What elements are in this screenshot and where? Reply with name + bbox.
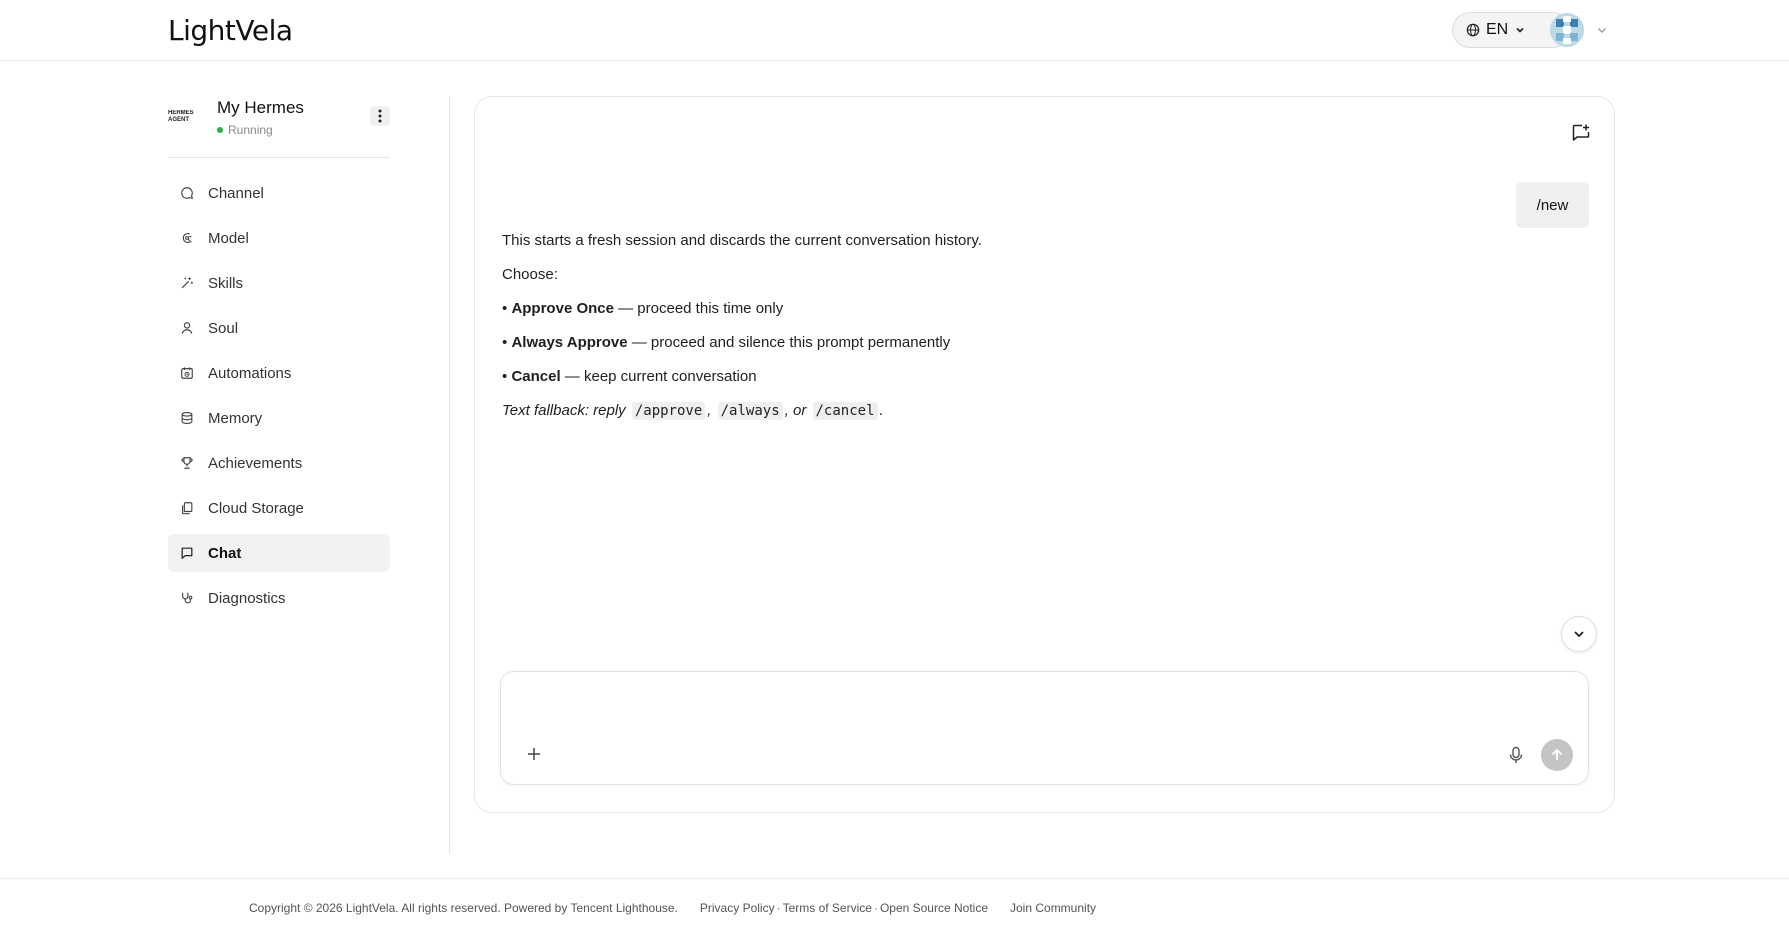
reply-fallback: Text fallback: reply /approve, /always, …	[502, 401, 982, 435]
bullet: •	[502, 300, 508, 317]
fallback-end: .	[879, 402, 884, 419]
footer-links: Copyright © 2026 LightVela. All rights r…	[249, 901, 1096, 915]
reply-choose: Choose:	[502, 266, 558, 283]
database-icon	[181, 412, 193, 424]
microphone-icon	[1509, 746, 1523, 763]
assistant-message: This starts a fresh session and discards…	[502, 231, 982, 435]
copyright-text: Copyright © 2026 LightVela. All rights r…	[249, 901, 678, 915]
top-header: LightVela EN	[0, 0, 1789, 61]
option-desc: — proceed and silence this prompt perman…	[627, 334, 951, 351]
agent-header: HERMES AGENT My Hermes Running	[168, 96, 390, 158]
clock-icon	[181, 367, 193, 379]
sidebar-item-soul[interactable]: Soul	[168, 309, 390, 347]
sidebar-item-label: Memory	[208, 409, 263, 427]
user-avatar[interactable]	[1550, 13, 1584, 47]
trophy-icon	[181, 457, 193, 469]
cancel-command: /cancel	[812, 402, 878, 420]
option-desc: — proceed this time only	[613, 300, 784, 317]
language-label: EN	[1486, 21, 1509, 38]
join-community-link[interactable]: Join Community	[1010, 901, 1096, 915]
fallback-separator: ,	[707, 402, 712, 419]
always-command: /always	[717, 402, 783, 420]
model-icon	[182, 233, 192, 243]
sidebar-item-label: Model	[208, 229, 249, 247]
sidebar-item-memory[interactable]: Memory	[168, 399, 390, 437]
sidebar-item-channel[interactable]: Channel	[168, 174, 390, 212]
stethoscope-icon	[182, 592, 193, 604]
sidebar-item-label: Automations	[208, 364, 292, 382]
wand-icon	[181, 277, 193, 289]
chevron-down-icon	[1574, 631, 1584, 638]
sidebar-item-label: Chat	[208, 544, 242, 562]
sidebar-item-label: Achievements	[208, 454, 303, 472]
agent-status: Running	[217, 123, 273, 137]
reply-option: • Approve Once — proceed this time only	[502, 299, 982, 333]
footer-separator: ·	[776, 901, 781, 915]
approve-command: /approve	[631, 402, 706, 420]
sidebar-item-chat[interactable]: Chat	[168, 534, 390, 572]
agent-status-label: Running	[228, 123, 273, 137]
chevron-down-icon	[1516, 27, 1524, 33]
user-message-text: /new	[1536, 196, 1569, 214]
reply-intro: This starts a fresh session and discards…	[502, 232, 982, 249]
message-icon	[181, 187, 194, 200]
sidebar-item-label: Soul	[208, 319, 239, 337]
sidebar-item-cloud-storage[interactable]: Cloud Storage	[168, 489, 390, 527]
sidebar-divider	[449, 96, 450, 854]
sidebar-item-label: Skills	[208, 274, 244, 292]
option-title: Approve Once	[511, 300, 614, 317]
voice-input-button[interactable]	[1504, 743, 1528, 767]
status-dot	[217, 127, 223, 133]
bullet: •	[502, 368, 508, 385]
new-chat-icon	[1572, 124, 1590, 141]
bullet: •	[502, 334, 508, 351]
option-desc: — keep current conversation	[560, 368, 757, 385]
sidebar-item-achievements[interactable]: Achievements	[168, 444, 390, 482]
agent-more-button[interactable]	[370, 106, 390, 126]
sidebar-item-label: Cloud Storage	[208, 499, 304, 517]
chat-panel: /new This starts a fresh session and dis…	[474, 96, 1615, 813]
reply-option: • Cancel — keep current conversation	[502, 367, 982, 401]
account-menu-chevron-icon[interactable]	[1596, 24, 1608, 36]
send-button[interactable]	[1541, 739, 1573, 771]
option-title: Cancel	[511, 368, 561, 385]
sidebar-item-diagnostics[interactable]: Diagnostics	[168, 579, 390, 617]
reply-option: • Always Approve — proceed and silence t…	[502, 333, 982, 367]
scroll-to-bottom-button[interactable]	[1561, 616, 1597, 652]
sidebar-nav: Channel Model Skills Soul Automations Me…	[168, 174, 390, 624]
message-composer	[500, 671, 1589, 785]
more-vertical-icon	[378, 109, 382, 123]
sidebar-item-label: Channel	[208, 184, 264, 202]
open-source-notice-link[interactable]: Open Source Notice	[880, 901, 988, 915]
sidebar-item-automations[interactable]: Automations	[168, 354, 390, 392]
option-title: Always Approve	[511, 334, 628, 351]
agent-name: My Hermes	[217, 98, 304, 117]
attach-button[interactable]	[523, 743, 545, 765]
message-input[interactable]	[521, 686, 1561, 726]
sidebar-item-model[interactable]: Model	[168, 219, 390, 257]
chat-icon	[181, 547, 193, 559]
agent-logo: HERMES AGENT	[168, 110, 194, 123]
new-chat-button[interactable]	[1566, 118, 1596, 148]
sidebar: HERMES AGENT My Hermes Running Channel M…	[168, 96, 390, 607]
sidebar-item-skills[interactable]: Skills	[168, 264, 390, 302]
sidebar-item-label: Diagnostics	[208, 589, 286, 607]
page-footer: Copyright © 2026 LightVela. All rights r…	[0, 878, 1789, 926]
person-icon	[181, 322, 193, 334]
terms-of-service-link[interactable]: Terms of Service	[783, 901, 872, 915]
lightvela-logo[interactable]: LightVela	[168, 14, 293, 47]
user-message-bubble: /new	[1516, 182, 1589, 228]
plus-icon	[528, 748, 540, 760]
arrow-up-icon	[1551, 748, 1563, 760]
fallback-prefix: Text fallback: reply	[502, 402, 626, 419]
privacy-policy-link[interactable]: Privacy Policy	[700, 901, 775, 915]
footer-separator: ·	[873, 901, 878, 915]
fallback-separator: , or	[784, 402, 807, 419]
copy-icon	[182, 502, 193, 515]
globe-icon	[1466, 23, 1480, 37]
